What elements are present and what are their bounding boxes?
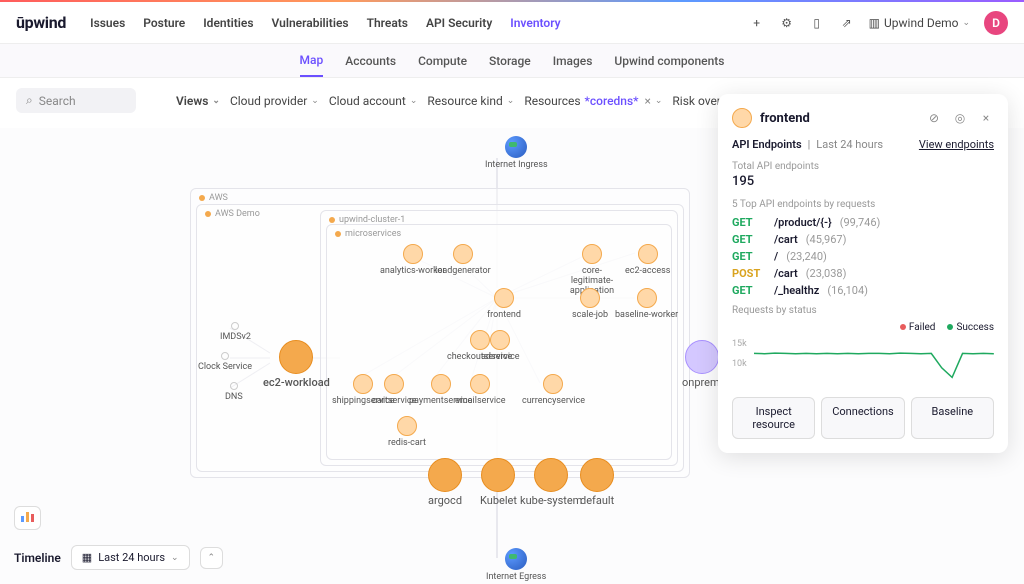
baseline-button[interactable]: Baseline — [911, 397, 994, 439]
nav-api-security[interactable]: API Security — [426, 16, 492, 30]
endpoint-row: POST/cart(23,038) — [732, 267, 994, 280]
org-selector[interactable]: ▥Upwind Demo⌄ — [869, 16, 970, 30]
main-nav: Issues Posture Identities Vulnerabilitie… — [90, 16, 560, 30]
endpoint-row: GET/(23,240) — [732, 250, 994, 263]
plus-icon[interactable]: + — [749, 15, 765, 31]
tab-storage[interactable]: Storage — [489, 46, 531, 76]
node-currency[interactable]: currencyservice — [522, 374, 585, 406]
node-loadgen[interactable]: loadgenerator — [435, 244, 491, 276]
tab-images[interactable]: Images — [553, 46, 593, 76]
book-icon[interactable]: ▯ — [809, 15, 825, 31]
eye-off-icon[interactable]: ⊘ — [926, 110, 942, 126]
search-input[interactable]: ⌕ Search — [16, 88, 136, 113]
nav-issues[interactable]: Issues — [90, 16, 125, 30]
tab-map[interactable]: Map — [300, 45, 324, 77]
tab-compute[interactable]: Compute — [418, 46, 467, 76]
target-icon[interactable]: ◎ — [952, 110, 968, 126]
status-chart: 15k 10k — [732, 339, 994, 387]
calendar-icon: ▦ — [82, 551, 92, 564]
node-kubesystem[interactable]: kube-system — [520, 458, 582, 507]
node-frontend[interactable]: frontend — [487, 288, 521, 320]
nav-threats[interactable]: Threats — [367, 16, 408, 30]
node-ec2access[interactable]: ec2-access — [625, 244, 670, 276]
node-scale[interactable]: scale-job — [572, 288, 608, 320]
nav-inventory[interactable]: Inventory — [510, 16, 560, 30]
node-internet-egress[interactable]: Internet Egress — [486, 548, 546, 582]
filter-cloud-account[interactable]: Cloud account⌄ — [329, 94, 418, 108]
endpoint-row: GET/_healthz(16,104) — [732, 284, 994, 297]
node-dns[interactable]: DNS — [225, 382, 243, 402]
inspect-button[interactable]: Inspect resource — [732, 397, 815, 439]
box-aws: AWS — [199, 193, 228, 203]
node-imdsv2[interactable]: IMDSv2 — [220, 322, 251, 342]
panel-title: frontend — [760, 111, 810, 126]
node-redis[interactable]: redis-cart — [388, 416, 426, 448]
gear-icon[interactable]: ⚙ — [779, 15, 795, 31]
filter-resource-kind[interactable]: Resource kind⌄ — [427, 94, 514, 108]
nav-posture[interactable]: Posture — [143, 16, 185, 30]
close-icon[interactable]: × — [978, 110, 994, 126]
nav-vulnerabilities[interactable]: Vulnerabilities — [272, 16, 349, 30]
filter-resources[interactable]: Resources *coredns* × ⌄ — [524, 94, 662, 108]
filter-cloud-provider[interactable]: Cloud provider⌄ — [230, 94, 319, 108]
header: ūpwind Issues Posture Identities Vulnera… — [0, 2, 1024, 44]
node-adservice[interactable]: adservice — [481, 330, 520, 362]
node-email[interactable]: emailservice — [455, 374, 506, 406]
view-endpoints-link[interactable]: View endpoints — [919, 138, 994, 151]
node-onprem[interactable]: onprem- — [682, 340, 723, 389]
endpoint-row: GET/cart(45,967) — [732, 233, 994, 246]
filter-views[interactable]: Views⌄ — [176, 94, 220, 108]
connections-button[interactable]: Connections — [821, 397, 904, 439]
nav-identities[interactable]: Identities — [203, 16, 253, 30]
timeline-bar: Timeline ▦ Last 24 hours ⌄ ⌃ — [14, 545, 223, 570]
node-ec2workload[interactable]: ec2-workload — [263, 340, 330, 389]
box-aws-demo: AWS Demo — [205, 209, 260, 219]
tab-accounts[interactable]: Accounts — [345, 46, 396, 76]
tab-upwind-components[interactable]: Upwind components — [614, 46, 724, 76]
timeline-label: Timeline — [14, 551, 61, 565]
detail-panel: frontend ⊘ ◎ × API Endpoints | Last 24 h… — [718, 94, 1008, 453]
timeline-range-select[interactable]: ▦ Last 24 hours ⌄ — [71, 545, 190, 570]
node-internet-ingress[interactable]: Internet Ingress — [485, 136, 548, 170]
box-microservices: microservices — [335, 229, 401, 239]
logo[interactable]: ūpwind — [16, 13, 66, 32]
globe-icon — [505, 136, 527, 158]
node-baseline[interactable]: baseline-worker — [615, 288, 678, 320]
legend-toggle[interactable] — [14, 506, 41, 530]
timeline-expand[interactable]: ⌃ — [200, 547, 224, 569]
globe-icon — [505, 548, 527, 570]
run-icon[interactable]: ⇗ — [839, 15, 855, 31]
endpoint-row: GET/product/{-}(99,746) — [732, 216, 994, 229]
node-default[interactable]: default — [580, 458, 614, 507]
chip-remove-icon[interactable]: × — [644, 94, 650, 108]
node-kubelet[interactable]: Kubelet — [480, 458, 517, 507]
search-icon: ⌕ — [26, 93, 33, 108]
node-clock[interactable]: Clock Service — [198, 352, 252, 372]
resource-icon — [732, 108, 752, 128]
subnav: Map Accounts Compute Storage Images Upwi… — [0, 44, 1024, 78]
node-argocd[interactable]: argocd — [428, 458, 462, 507]
avatar[interactable]: D — [984, 11, 1008, 35]
